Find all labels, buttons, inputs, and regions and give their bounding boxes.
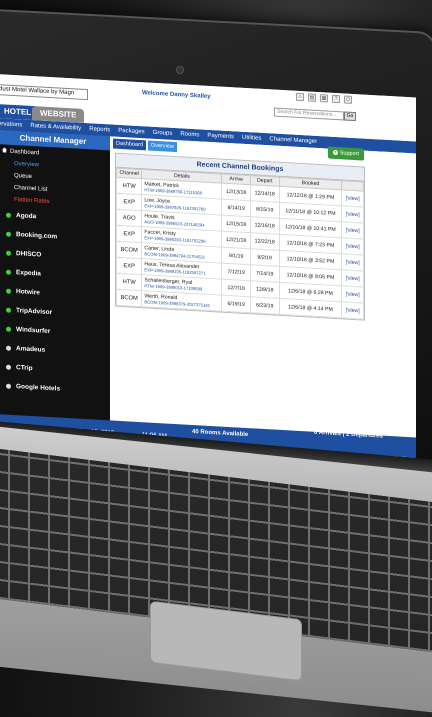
- channel-cell: BCOM: [116, 241, 142, 259]
- home-icon[interactable]: ⌂: [296, 92, 304, 102]
- arrive-cell: 8/1/19: [221, 247, 251, 265]
- channel-label: Windsurfer: [16, 326, 51, 336]
- nav-rates-availability[interactable]: Rates & Availability: [30, 123, 81, 132]
- sidebar: Channel Manager Dashboard Overview Queue…: [0, 130, 110, 427]
- nav-packages[interactable]: Packages: [118, 128, 144, 135]
- support-button[interactable]: ? Support: [327, 146, 364, 161]
- channel-label: Booking.com: [16, 231, 58, 241]
- view-link[interactable]: [View]: [341, 237, 364, 256]
- webcam: [176, 66, 184, 74]
- calendar-icon[interactable]: ▦: [320, 94, 328, 103]
- channel-cell: AGO: [116, 209, 142, 227]
- support-label: Support: [339, 150, 359, 158]
- depart-cell: 12/16/18: [250, 216, 279, 235]
- bookings-table: Channel Details Arrive Depart Booked HTW…: [116, 168, 364, 320]
- channel-cell: HTW: [116, 177, 142, 195]
- depart-cell: 8/2/19: [250, 248, 279, 267]
- status-dot-icon: [6, 269, 11, 275]
- view-link[interactable]: [View]: [341, 269, 364, 288]
- help-icon[interactable]: ?: [332, 94, 340, 104]
- app-screen: dust Motel Wallace by Magn Welcome Danny…: [0, 74, 416, 458]
- depart-cell: 6/23/19: [250, 296, 279, 315]
- booked-cell: 12/6/18 @ 4:14 PM: [279, 298, 342, 318]
- depart-cell: 8/15/19: [250, 200, 279, 219]
- view-link[interactable]: [View]: [341, 205, 364, 224]
- channel-cell: BCOM: [116, 289, 142, 307]
- channel-label: TripAdvisor: [16, 307, 53, 317]
- nav-utilities[interactable]: Utilities: [242, 135, 261, 142]
- channel-label: CTrip: [16, 364, 33, 373]
- details-cell: Werth, Ronald BCOM-1909-3988379-202737516…: [141, 290, 222, 312]
- channel-cell: EXP: [116, 225, 142, 243]
- status-dot-icon: [6, 326, 11, 332]
- channel-cell: HTW: [116, 273, 142, 291]
- arrive-cell: 12/15/18: [221, 215, 251, 233]
- channel-label: Expedia: [16, 269, 41, 278]
- view-link[interactable]: [View]: [341, 253, 364, 272]
- nav-rooms[interactable]: Rooms: [180, 131, 199, 138]
- toolbar-icons: ⌂ ▤ ▦ ? ⏻: [296, 92, 352, 104]
- arrive-cell: 12/7/18: [221, 279, 251, 297]
- view-link[interactable]: [View]: [341, 221, 364, 240]
- status-dot-icon: [6, 345, 11, 351]
- main-panel: Dashboard Overview ? Support Recent Chann…: [113, 136, 416, 444]
- help-icon: ?: [332, 149, 338, 156]
- tab-website[interactable]: WEBSITE: [32, 106, 85, 123]
- arrive-cell: 7/12/19: [221, 263, 251, 281]
- channel-list: Agoda Booking.com DHISCO Expedia Hotwire Trip…: [0, 205, 110, 401]
- power-icon[interactable]: ⏻: [344, 95, 352, 104]
- depart-cell: 12/14/18: [250, 184, 279, 203]
- nav-channel-manager[interactable]: Channel Manager: [269, 136, 317, 145]
- status-dot-icon: [6, 383, 11, 389]
- status-dot-icon: [6, 212, 11, 218]
- status-dot-icon: [6, 250, 11, 256]
- channel-label: Hotwire: [16, 288, 40, 297]
- channel-cell: EXP: [116, 257, 142, 275]
- channel-label: Google Hotels: [16, 383, 61, 393]
- status-dot-icon: [6, 288, 11, 294]
- status-dot-icon: [6, 364, 11, 370]
- arrive-cell: 6/19/19: [221, 295, 251, 313]
- channel-label: Amadeus: [16, 345, 46, 354]
- home-icon: [2, 147, 7, 152]
- nav-reservations[interactable]: ervations: [0, 121, 22, 128]
- depart-cell: 12/8/18: [250, 280, 279, 299]
- recent-bookings-panel: Recent Channel Bookings Channel Details …: [115, 152, 365, 321]
- view-link[interactable]: [View]: [341, 301, 364, 320]
- print-icon[interactable]: ▤: [308, 93, 316, 102]
- arrive-cell: 12/13/18: [221, 183, 251, 201]
- nav-groups[interactable]: Groups: [153, 130, 173, 137]
- content-area: Channel Manager Dashboard Overview Queue…: [0, 130, 416, 444]
- view-link[interactable]: [View]: [341, 285, 364, 304]
- channel-label: Agoda: [16, 212, 37, 221]
- tab-overview[interactable]: Overview: [147, 140, 177, 153]
- depart-cell: 7/14/19: [250, 264, 279, 283]
- nav-reports[interactable]: Reports: [89, 126, 110, 133]
- channel-label: DHISCO: [16, 250, 42, 259]
- tab-dashboard[interactable]: Dashboard: [113, 138, 146, 151]
- status-dot-icon: [6, 231, 11, 237]
- arrive-cell: 12/21/18: [221, 231, 251, 249]
- depart-cell: 12/22/18: [250, 232, 279, 251]
- property-select[interactable]: dust Motel Wallace by Magn: [0, 84, 88, 101]
- nav-payments[interactable]: Payments: [207, 133, 234, 140]
- sidebar-item-label: Dashboard: [10, 148, 40, 157]
- search-go-button[interactable]: Go: [344, 111, 356, 122]
- view-link[interactable]: [View]: [341, 189, 364, 208]
- channel-cell: EXP: [116, 193, 142, 211]
- search-input[interactable]: Search For Reservations...: [274, 107, 344, 121]
- welcome-text: Welcome Danny Skalley: [142, 90, 211, 100]
- arrive-cell: 8/14/19: [221, 199, 251, 217]
- status-dot-icon: [6, 307, 11, 313]
- rooms-available: 40 Rooms Available: [192, 428, 249, 439]
